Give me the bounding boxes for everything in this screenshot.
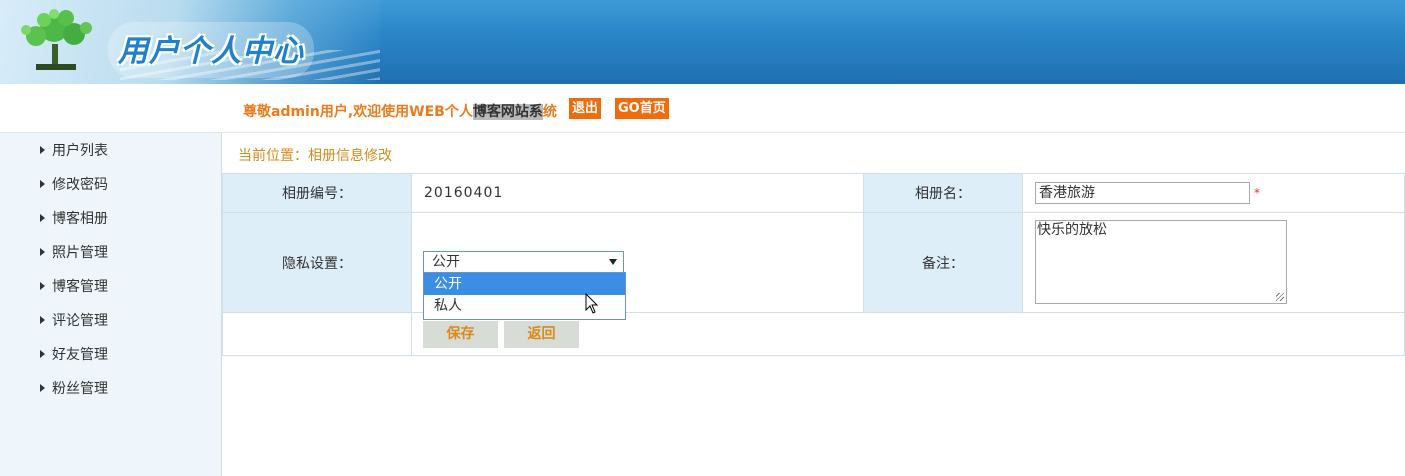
- album-id-value: 20160401: [424, 185, 504, 201]
- triangle-right-icon: [40, 180, 45, 188]
- album-name-input[interactable]: 香港旅游: [1035, 182, 1250, 204]
- welcome-message: 尊敬admin用户,欢迎使用WEB个人博客网站系统: [243, 101, 557, 121]
- breadcrumb-text: 当前位置：相册信息修改: [238, 148, 392, 164]
- sidebar-item-label: 博客管理: [52, 279, 108, 295]
- album-id-cell: 20160401: [411, 173, 864, 213]
- privacy-label: 隐私设置：: [222, 212, 412, 313]
- sidebar-item-change-password[interactable]: 修改密码: [40, 175, 108, 195]
- privacy-select-value: 公开: [432, 254, 460, 270]
- album-edit-form: 相册编号： 20160401 相册名： 香港旅游 * 隐私设置： 备注： 快乐的放…: [222, 173, 1405, 356]
- note-textarea[interactable]: 快乐的放松: [1035, 220, 1287, 304]
- sidebar-item-label: 好友管理: [52, 347, 108, 363]
- dropdown-arrow-icon: [609, 259, 617, 265]
- sidebar-item-photo-management[interactable]: 照片管理: [40, 243, 108, 263]
- header-banner: 用户个人中心: [0, 0, 1405, 84]
- actions-label-cell: [222, 312, 412, 356]
- sidebar-item-label: 评论管理: [52, 313, 108, 329]
- form-row-id-name: 相册编号： 20160401 相册名： 香港旅游 *: [222, 173, 1405, 213]
- note-cell: 快乐的放松: [1022, 212, 1405, 313]
- main-content: 当前位置：相册信息修改 相册编号： 20160401 相册名： 香港旅游 * 隐私…: [222, 133, 1405, 476]
- sidebar-item-fan-management[interactable]: 粉丝管理: [40, 379, 108, 399]
- sidebar-item-comment-management[interactable]: 评论管理: [40, 311, 108, 331]
- sidebar-item-blog-management[interactable]: 博客管理: [40, 277, 108, 297]
- home-button[interactable]: GO首页: [615, 98, 669, 119]
- sidebar-item-label: 博客相册: [52, 211, 108, 227]
- sidebar-item-user-list[interactable]: 用户列表: [40, 141, 108, 161]
- triangle-right-icon: [40, 384, 45, 392]
- welcome-bar: 尊敬admin用户,欢迎使用WEB个人博客网站系统 退出 GO首页: [0, 84, 1405, 133]
- sidebar-item-label: 修改密码: [52, 177, 108, 193]
- form-row-actions: [222, 312, 1405, 356]
- logout-button[interactable]: 退出: [569, 98, 602, 119]
- album-name-cell: 香港旅游 *: [1022, 173, 1405, 213]
- welcome-suffix: 统: [542, 104, 557, 120]
- breadcrumb: 当前位置：相册信息修改: [222, 133, 1405, 175]
- note-label: 备注：: [863, 212, 1023, 313]
- save-button[interactable]: 保存: [423, 321, 498, 348]
- privacy-select[interactable]: 公开: [423, 251, 624, 273]
- triangle-right-icon: [40, 282, 45, 290]
- welcome-highlight: 博客网站系: [472, 104, 543, 120]
- logo-title: 用户个人中心: [108, 22, 314, 78]
- sidebar-item-label: 照片管理: [52, 245, 108, 261]
- form-row-privacy-note: 隐私设置： 备注： 快乐的放松: [222, 212, 1405, 313]
- welcome-prefix: 尊敬admin用户,欢迎使用WEB个人: [243, 104, 473, 120]
- sidebar-item-label: 用户列表: [52, 143, 108, 159]
- triangle-right-icon: [40, 350, 45, 358]
- triangle-right-icon: [40, 146, 45, 154]
- sidebar-item-blog-album[interactable]: 博客相册: [40, 209, 108, 229]
- triangle-right-icon: [40, 316, 45, 324]
- sidebar-item-friend-management[interactable]: 好友管理: [40, 345, 108, 365]
- resize-grip-icon[interactable]: [1276, 293, 1284, 301]
- mouse-pointer-icon: [585, 293, 599, 314]
- sidebar-item-label: 粉丝管理: [52, 381, 108, 397]
- album-name-label: 相册名：: [863, 173, 1023, 213]
- album-id-label: 相册编号：: [222, 173, 412, 213]
- triangle-right-icon: [40, 248, 45, 256]
- sidebar: 用户列表 修改密码 博客相册 照片管理 博客管理 评论管理 好友管理 粉丝管理: [0, 133, 222, 476]
- triangle-right-icon: [40, 214, 45, 222]
- back-button[interactable]: 返回: [504, 321, 579, 348]
- privacy-option-public[interactable]: 公开: [424, 273, 625, 295]
- tree-logo-icon: [21, 9, 92, 70]
- required-mark: *: [1254, 186, 1260, 200]
- note-text: 快乐的放松: [1037, 222, 1107, 238]
